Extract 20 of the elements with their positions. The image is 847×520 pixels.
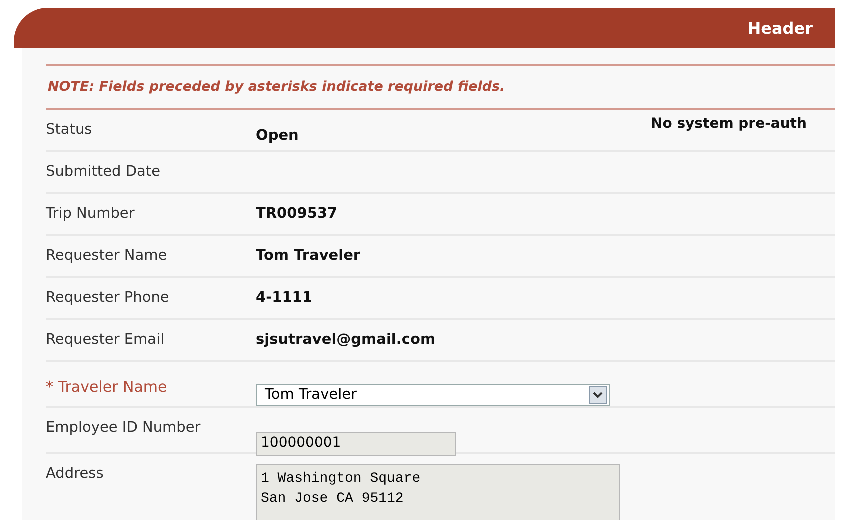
field-label: * Traveler Name xyxy=(46,378,168,396)
preauth-text: No system pre-auth xyxy=(651,116,807,132)
address-field[interactable]: 1 Washington Square San Jose CA 95112 xyxy=(256,464,620,520)
field-value: TR009537 xyxy=(256,206,338,222)
note-text: NOTE: Fields preceded by asterisks indicate required fields. xyxy=(48,79,506,95)
field-label: Employee ID Number xyxy=(46,420,201,436)
employee-id-field[interactable]: 100000001 xyxy=(256,432,456,456)
field-label: Status xyxy=(46,122,92,138)
field-label: Submitted Date xyxy=(46,164,161,180)
field-label: Requester Email xyxy=(46,332,165,348)
field-value: Open xyxy=(256,128,299,144)
traveler-select[interactable]: Tom Traveler xyxy=(256,384,610,406)
field-label: Trip Number xyxy=(46,206,135,222)
field-value: sjsutravel@gmail.com xyxy=(256,332,436,348)
field-value: 4-1111 xyxy=(256,290,312,306)
field-label: Address xyxy=(46,466,104,482)
field-value: Tom Traveler xyxy=(256,248,361,264)
field-label: Requester Name xyxy=(46,248,168,264)
header-title: Header xyxy=(748,18,813,38)
field-label: Requester Phone xyxy=(46,290,170,306)
